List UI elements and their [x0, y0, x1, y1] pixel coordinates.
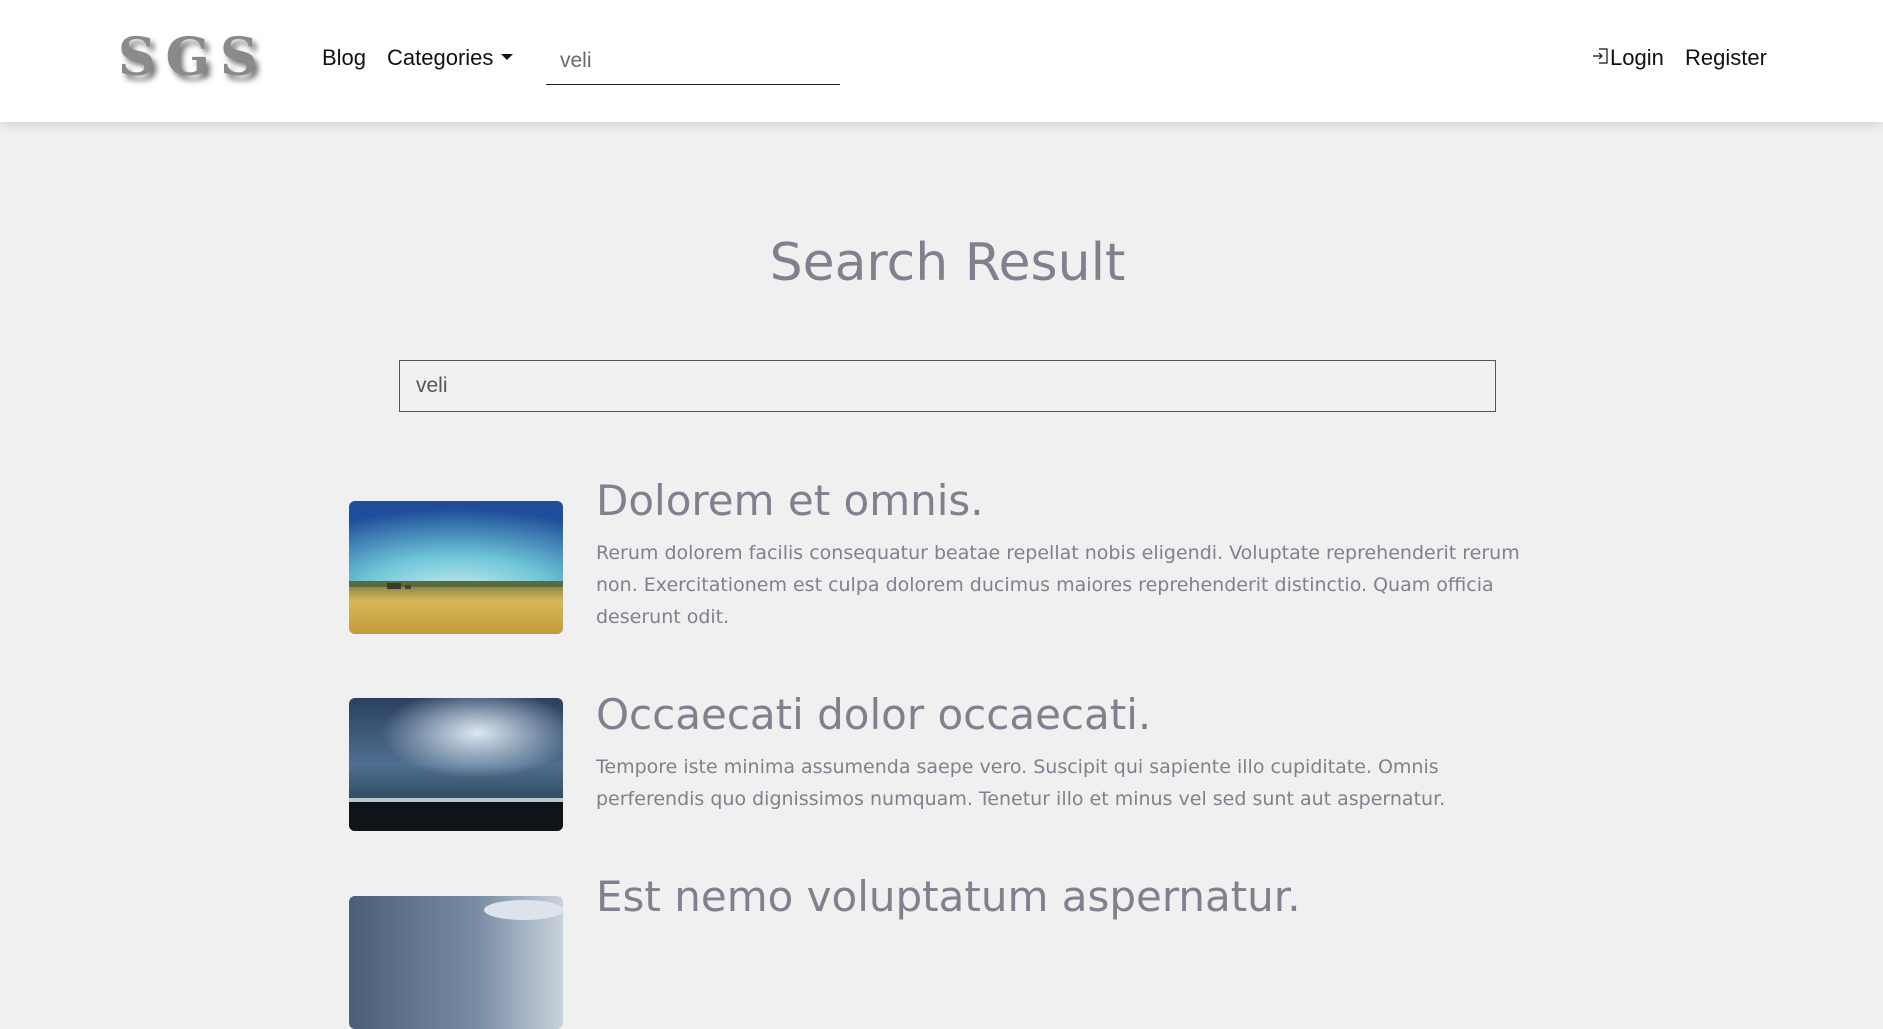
nav-categories-label: Categories: [387, 45, 494, 70]
top-navbar: SGS Blog Categories Login Register: [0, 0, 1883, 122]
nav-register-link[interactable]: Register: [1685, 44, 1767, 72]
result-title[interactable]: Dolorem et omnis.: [596, 475, 1546, 527]
result-thumbnail-cloudy-sky[interactable]: [349, 896, 563, 1029]
nav-login-label: Login: [1610, 45, 1664, 70]
result-thumbnail-wheat-field[interactable]: [349, 501, 563, 634]
result-excerpt: Tempore iste minima assumenda saepe vero…: [596, 756, 1446, 810]
site-logo[interactable]: SGS: [118, 26, 268, 90]
main-search-input[interactable]: [399, 360, 1496, 412]
nav-categories-dropdown[interactable]: Categories: [387, 44, 514, 72]
page-title: Search Result: [769, 233, 1126, 293]
result-thumbnail-stormy-sea[interactable]: [349, 698, 563, 831]
login-icon: [1593, 48, 1608, 64]
nav-search-input[interactable]: [546, 38, 840, 85]
caret-down-icon: [501, 54, 514, 61]
result-excerpt: Rerum dolorem facilis consequatur beatae…: [596, 542, 1520, 628]
search-result-item[interactable]: Dolorem et omnis. Rerum dolorem facilis …: [349, 475, 1549, 635]
search-result-item[interactable]: Occaecati dolor occaecati. Tempore iste …: [349, 689, 1549, 839]
nav-login-link[interactable]: Login: [1592, 44, 1664, 72]
result-title[interactable]: Occaecati dolor occaecati.: [596, 689, 1546, 741]
nav-blog-link[interactable]: Blog: [322, 44, 366, 72]
search-result-item[interactable]: Est nemo voluptatum aspernatur.: [349, 871, 1549, 1029]
result-title[interactable]: Est nemo voluptatum aspernatur.: [596, 871, 1546, 923]
